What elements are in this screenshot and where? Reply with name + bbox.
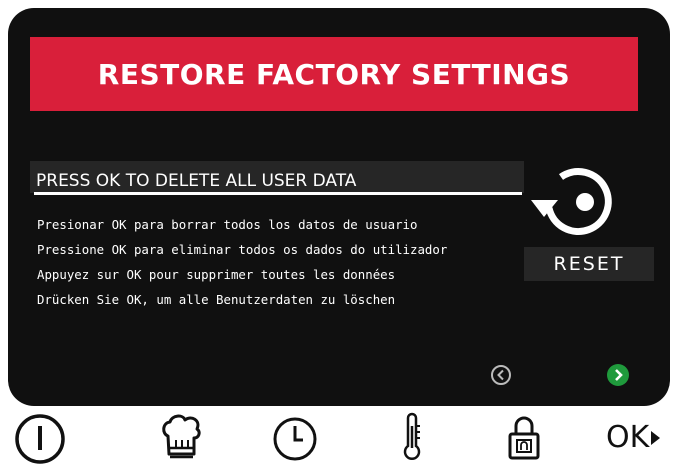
- clock-icon[interactable]: [267, 410, 323, 466]
- page-title: RESTORE FACTORY SETTINGS: [97, 57, 571, 91]
- ok-arrow-icon: [651, 430, 661, 445]
- reset-button[interactable]: RESET: [524, 247, 654, 281]
- translation-de: Drücken Sie OK, um alle Benutzerdaten zu…: [37, 292, 396, 307]
- translations-list: Presionar OK para borrar todos los datos…: [37, 212, 447, 312]
- headline-text: PRESS OK TO DELETE ALL USER DATA: [36, 171, 357, 191]
- translation-es: Presionar OK para borrar todos los datos…: [37, 217, 418, 232]
- headline-underline: [34, 192, 522, 195]
- title-banner: RESTORE FACTORY SETTINGS: [30, 37, 638, 111]
- translation-fr: Appuyez sur OK pour supprimer toutes les…: [37, 267, 396, 282]
- reset-icon[interactable]: [528, 164, 628, 244]
- lock-icon[interactable]: [496, 410, 552, 466]
- chef-hat-icon[interactable]: [153, 410, 209, 466]
- control-panel: RESTORE FACTORY SETTINGS PRESS OK TO DEL…: [0, 0, 676, 467]
- power-icon[interactable]: [12, 410, 68, 466]
- ok-button[interactable]: OK: [606, 420, 661, 455]
- ok-label: OK: [606, 420, 650, 455]
- chevron-right-circle-icon[interactable]: [606, 363, 630, 387]
- reset-label: RESET: [553, 253, 625, 275]
- translation-pt: Pressione OK para eliminar todos os dado…: [37, 242, 448, 257]
- thermometer-icon[interactable]: [384, 410, 440, 466]
- chevron-left-circle-icon[interactable]: [490, 364, 512, 386]
